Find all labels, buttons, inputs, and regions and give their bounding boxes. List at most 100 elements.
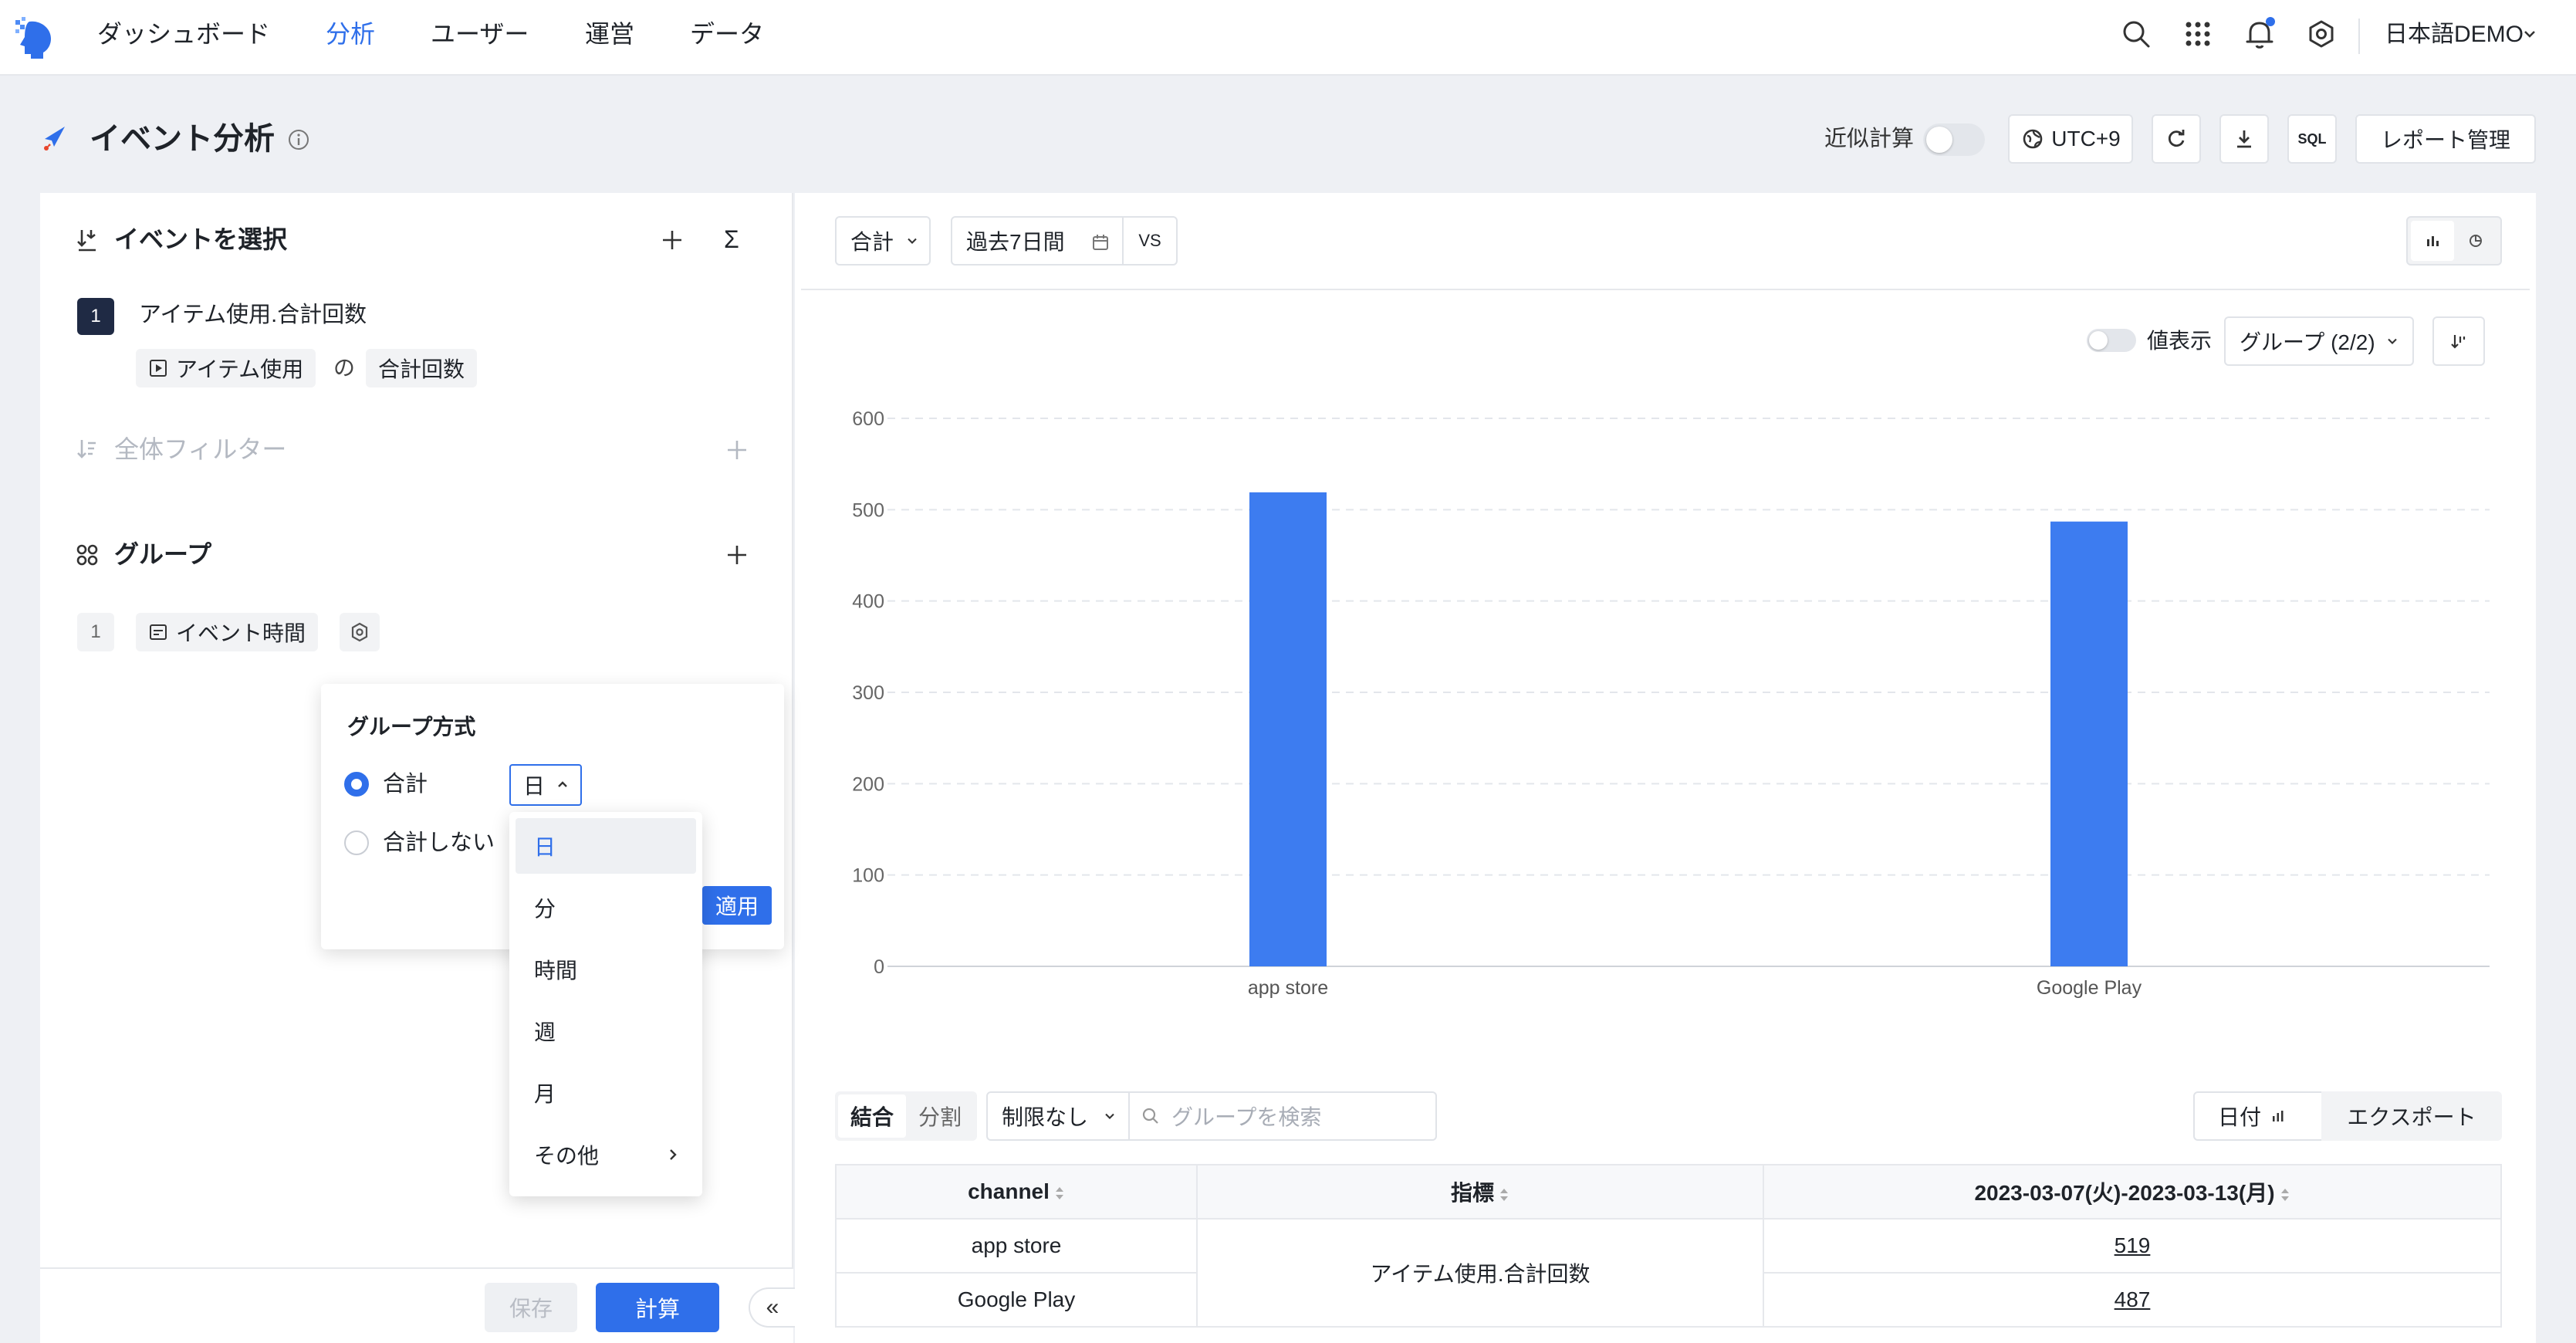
option-day[interactable]: 日 [516, 818, 696, 874]
global-filter-title: 全体フィルター [114, 435, 287, 463]
radio-total-label[interactable]: 合計 [383, 769, 428, 800]
chevron-down-icon[interactable] [2522, 26, 2537, 42]
bar-chart-icon [2427, 236, 2439, 246]
chart-type-switch [2406, 216, 2502, 266]
header-label: 2023-03-07(火)-2023-03-13(月) [1974, 1181, 2275, 1205]
pie-chart-icon [2470, 235, 2482, 247]
pie-chart-toggle[interactable] [2454, 221, 2497, 261]
group-select-label: グループ (2/2) [2240, 330, 2375, 354]
nav-users[interactable]: ユーザー [431, 17, 529, 51]
option-hour[interactable]: 時間 [516, 942, 696, 997]
approx-calc-toggle[interactable] [1923, 123, 1985, 156]
time-unit-value: 日 [523, 774, 546, 798]
option-week[interactable]: 週 [516, 1003, 696, 1059]
event-select-icon [77, 230, 96, 252]
event-section-title: イベントを選択 [114, 225, 288, 253]
nav-operations[interactable]: 運営 [585, 17, 634, 51]
report-manage-label: レポート管理 [2380, 128, 2510, 152]
value-cell[interactable]: 519 [1763, 1218, 2502, 1274]
chevron-down-icon [1105, 1113, 1114, 1119]
notification-dot [2266, 17, 2275, 26]
column-header-metric[interactable]: 指標 [1196, 1164, 1764, 1220]
time-unit-dropdown: 日 分 時間 週 月 その他 [509, 812, 702, 1196]
y-tick-label: 0 [874, 956, 884, 978]
column-header-date-range[interactable]: 2023-03-07(火)-2023-03-13(月) [1763, 1164, 2502, 1220]
add-filter-icon[interactable] [724, 437, 750, 463]
nav-dashboard[interactable]: ダッシュボード [97, 17, 270, 51]
header-label: 指標 [1450, 1181, 1494, 1205]
metric-cell: アイテム使用.合計回数 [1196, 1218, 1764, 1328]
channel-cell: Google Play [835, 1272, 1198, 1328]
radio-no-total-label[interactable]: 合計しない [383, 827, 495, 858]
settings-gear-icon[interactable] [2304, 17, 2338, 51]
add-group-icon[interactable] [724, 542, 750, 568]
sql-label: SQL [2297, 130, 2327, 147]
option-other-label: その他 [534, 1144, 600, 1168]
table-row: app store アイテム使用.合計回数 519 [835, 1218, 2502, 1328]
time-unit-select[interactable]: 日 [509, 764, 582, 806]
event-chip-label: アイテム使用 [176, 357, 304, 381]
search-icon [1142, 1108, 1158, 1124]
merge-tab[interactable]: 結合 [838, 1094, 907, 1138]
sort-button[interactable] [2432, 316, 2485, 366]
limit-select[interactable]: 制限なし [986, 1091, 1130, 1141]
apps-grid-icon[interactable] [2181, 17, 2215, 51]
refresh-button[interactable] [2152, 114, 2201, 164]
page-title: イベント分析 [90, 122, 275, 156]
timezone-label: UTC+9 [2051, 127, 2121, 151]
search-icon[interactable] [2119, 17, 2153, 51]
option-other[interactable]: その他 [516, 1127, 696, 1182]
group-chip-label: イベント時間 [176, 621, 306, 645]
sort-icon [2280, 1188, 2289, 1201]
apply-button[interactable]: 適用 [702, 886, 772, 925]
split-tab[interactable]: 分割 [906, 1094, 974, 1138]
date-range-label: 過去7日間 [966, 230, 1065, 254]
nav-analysis[interactable]: 分析 [326, 17, 375, 51]
column-header-channel[interactable]: channel [835, 1164, 1198, 1220]
date-range-picker[interactable]: 過去7日間 [951, 216, 1124, 266]
y-tick-label: 600 [852, 408, 884, 430]
header-label: channel [968, 1179, 1050, 1203]
formula-sigma-button[interactable]: Σ [724, 222, 739, 256]
date-button-label: 日付 [2218, 1105, 2262, 1129]
calculate-button[interactable]: 計算 [596, 1283, 719, 1332]
group-icon [76, 544, 98, 566]
sql-button[interactable]: SQL [2287, 114, 2337, 164]
option-month[interactable]: 月 [516, 1065, 696, 1121]
sort-icon [1500, 1188, 1508, 1201]
compare-vs-button[interactable]: VS [1122, 216, 1178, 266]
of-connector: の [333, 356, 356, 380]
calendar-icon [1093, 235, 1108, 250]
event-chip[interactable]: アイテム使用 [136, 349, 316, 387]
date-column-button[interactable]: 日付 [2193, 1091, 2323, 1141]
group-select[interactable]: グループ (2/2) [2224, 316, 2414, 366]
timezone-button[interactable]: UTC+9 [2008, 114, 2133, 164]
value-display-toggle[interactable] [2087, 329, 2136, 352]
radio-total[interactable] [344, 772, 369, 797]
aggregate-select[interactable]: 合計 [835, 216, 931, 266]
bar-chart-toggle[interactable] [2411, 221, 2454, 261]
user-menu[interactable]: 日本語DEMO [2385, 19, 2524, 51]
metric-chip[interactable]: 合計回数 [366, 349, 478, 387]
download-icon [2237, 130, 2251, 148]
info-icon[interactable] [287, 128, 310, 151]
approx-calc-label: 近似計算 [1824, 127, 1915, 151]
group-property-chip[interactable]: イベント時間 [136, 613, 319, 651]
bell-icon[interactable] [2243, 17, 2277, 51]
download-button[interactable] [2219, 114, 2269, 164]
group-settings-button[interactable] [340, 613, 380, 651]
radio-no-total[interactable] [344, 830, 369, 855]
report-manage-button[interactable]: レポート管理 [2355, 114, 2536, 164]
collapse-panel-button[interactable]: « [749, 1287, 795, 1328]
sort-descending-icon [2451, 335, 2466, 349]
nav-data[interactable]: データ [690, 17, 764, 51]
value-cell[interactable]: 487 [1763, 1272, 2502, 1328]
save-button[interactable]: 保存 [485, 1283, 577, 1332]
option-minute[interactable]: 分 [516, 880, 696, 935]
logo-icon[interactable] [12, 15, 59, 62]
export-button[interactable]: エクスポート [2321, 1091, 2502, 1141]
add-event-icon[interactable] [659, 227, 685, 253]
popover-title: グループ方式 [347, 715, 476, 739]
group-search-input[interactable]: グループを検索 [1128, 1091, 1437, 1141]
event-name[interactable]: アイテム使用.合計回数 [139, 298, 367, 332]
